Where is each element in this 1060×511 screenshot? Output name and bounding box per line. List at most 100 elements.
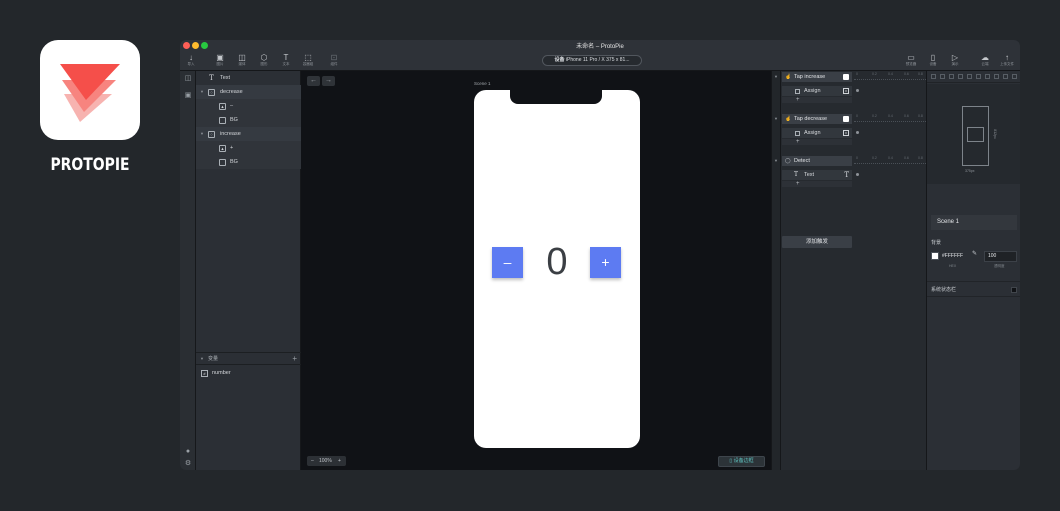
response-text[interactable]: T Text T bbox=[782, 170, 852, 180]
detect-icon: ◯ bbox=[785, 158, 791, 164]
opacity-input[interactable]: 100 bbox=[984, 251, 1017, 262]
trigger-color-box bbox=[843, 74, 849, 80]
increase-button[interactable]: + bbox=[590, 247, 621, 278]
status-bar-setting: 系统状态栏 bbox=[927, 281, 1020, 297]
toolbar-import-button[interactable]: ↓ 导入 bbox=[180, 53, 202, 69]
scene-name-field[interactable]: Scene 1 bbox=[931, 215, 1017, 230]
scene-label: Scene 1 bbox=[474, 81, 491, 86]
timeline-keyframe[interactable] bbox=[856, 89, 859, 92]
response-assign[interactable]: Assign x bbox=[782, 86, 852, 96]
layers-panel: T Text ▼ ⁘ decrease ▲ – BG ▼ ⁘ increase … bbox=[196, 71, 301, 470]
titlebar: 未命名 – ProtoPie ↓ 导入 ▣ 图片 ◫ 媒体 ⬡ 图形 T 文本 ⬚ 容器组 … bbox=[180, 40, 1020, 71]
trigger-tap-decrease[interactable]: ☝ Tap decrease bbox=[782, 114, 852, 124]
timeline-keyframe[interactable] bbox=[856, 131, 859, 134]
app-window: 未命名 – ProtoPie ↓ 导入 ▣ 图片 ◫ 媒体 ⬡ 图形 T 文本 ⬚ 容器组 … bbox=[180, 40, 1020, 470]
rect-layer-icon bbox=[219, 158, 226, 166]
assign-icon bbox=[795, 88, 800, 94]
distribute-h-icon[interactable] bbox=[985, 74, 990, 79]
phone-frame: – 0 + bbox=[474, 90, 640, 448]
toolbar-shape-button[interactable]: ⬡ 图形 bbox=[253, 53, 275, 69]
add-response-button[interactable]: + bbox=[782, 97, 852, 103]
group-icon: ⁘ bbox=[208, 88, 215, 96]
more-align-icon[interactable] bbox=[1012, 74, 1017, 79]
layers-panel-icon[interactable]: ◫ bbox=[184, 75, 192, 83]
arrow-down-icon: ↓ bbox=[189, 53, 193, 62]
layer-group-increase[interactable]: ▼ ⁘ increase bbox=[196, 127, 301, 141]
background-label: 背景 bbox=[931, 240, 942, 246]
device-label: 设备 bbox=[554, 57, 565, 63]
timeline-ruler: 0 0.2 0.4 0.6 0.8 bbox=[854, 72, 926, 82]
trigger-color-box bbox=[843, 116, 849, 122]
assets-panel-icon[interactable]: ▣ bbox=[184, 92, 192, 100]
toolbar-image-button[interactable]: ▣ 图片 bbox=[209, 53, 231, 69]
chevron-down-icon[interactable]: ▼ bbox=[200, 353, 204, 365]
layer-image-minus[interactable]: ▲ – bbox=[196, 99, 301, 113]
background-color-swatch[interactable] bbox=[931, 252, 939, 260]
toolbar-cloud-button[interactable]: ☁ 云端 bbox=[974, 53, 996, 69]
chevron-down-icon[interactable]: ▼ bbox=[200, 85, 204, 99]
align-bottom-icon[interactable] bbox=[976, 74, 981, 79]
toolbar-preview-button[interactable]: ▭ 预览器 bbox=[900, 53, 922, 69]
variables-header: ▼ 变量 + bbox=[196, 352, 301, 365]
left-rail: ◫ ▣ ● ⚙ bbox=[180, 71, 196, 470]
user-icon[interactable]: ● bbox=[184, 448, 192, 456]
more-align-icon[interactable] bbox=[1003, 74, 1008, 79]
back-arrow-icon[interactable]: ← bbox=[307, 76, 320, 86]
chevron-down-icon[interactable]: ▼ bbox=[774, 158, 778, 163]
toolbar-device-button[interactable]: ▯ 设备 bbox=[922, 53, 944, 69]
zoom-level[interactable]: 100% bbox=[319, 456, 332, 466]
toolbar-text-button[interactable]: T 文本 bbox=[275, 53, 297, 69]
add-variable-button[interactable]: + bbox=[292, 353, 297, 365]
align-right-icon[interactable] bbox=[949, 74, 954, 79]
trigger-tap-increase[interactable]: ☝ Tap increase bbox=[782, 72, 852, 82]
zoom-in-button[interactable]: + bbox=[338, 456, 341, 466]
variable-item[interactable]: # number bbox=[196, 367, 301, 379]
layer-text[interactable]: T Text bbox=[196, 71, 301, 85]
preview-width: 375px bbox=[965, 169, 975, 173]
layer-rect-bg[interactable]: BG bbox=[196, 113, 301, 127]
background-color-value[interactable]: #FFFFFF bbox=[942, 252, 963, 260]
eyedropper-icon[interactable]: ✎ bbox=[972, 250, 981, 260]
timeline-keyframe[interactable] bbox=[856, 173, 859, 176]
trigger-detect[interactable]: ◯ Detect bbox=[782, 156, 852, 166]
toolbar-component-button[interactable]: ⊡ 组件 bbox=[323, 53, 345, 69]
rect-layer-icon bbox=[219, 116, 226, 124]
align-middle-icon[interactable] bbox=[967, 74, 972, 79]
device-selector[interactable]: 设备 iPhone 11 Pro / X 375 x 81... bbox=[542, 55, 642, 66]
align-left-icon[interactable] bbox=[931, 74, 936, 79]
component-icon: ⊡ bbox=[330, 53, 338, 62]
forward-arrow-icon[interactable]: → bbox=[322, 76, 335, 86]
add-response-button[interactable]: + bbox=[782, 139, 852, 145]
chevron-down-icon[interactable]: ▼ bbox=[774, 74, 778, 79]
device-frame-button[interactable]: ▯ 设备边框 bbox=[718, 456, 765, 467]
response-assign[interactable]: Assign x bbox=[782, 128, 852, 138]
chevron-down-icon[interactable]: ▼ bbox=[774, 116, 778, 121]
layer-image-plus[interactable]: ▲ + bbox=[196, 141, 301, 155]
add-response-button[interactable]: + bbox=[782, 181, 852, 187]
align-top-icon[interactable] bbox=[958, 74, 963, 79]
preview-height: 812px bbox=[992, 129, 997, 139]
toolbar-media-button[interactable]: ◫ 媒体 bbox=[231, 53, 253, 69]
align-center-icon[interactable] bbox=[940, 74, 945, 79]
timeline-ruler: 0 0.2 0.4 0.6 0.8 bbox=[854, 156, 926, 166]
decrease-button[interactable]: – bbox=[492, 247, 523, 278]
settings-gear-icon[interactable]: ⚙ bbox=[184, 460, 192, 468]
toolbar-play-button[interactable]: ▷ 演示 bbox=[944, 53, 966, 69]
phone-icon: ▯ bbox=[930, 53, 936, 62]
phone-notch bbox=[510, 90, 602, 104]
zoom-out-button[interactable]: – bbox=[311, 456, 314, 466]
layer-group-decrease[interactable]: ▼ ⁘ decrease bbox=[196, 85, 301, 99]
toolbar-upload-button[interactable]: ↑ 上传文件 bbox=[996, 53, 1018, 69]
add-trigger-button[interactable]: 添加触发 bbox=[782, 236, 852, 248]
interactions-strip bbox=[772, 71, 781, 470]
text-target-icon: T bbox=[844, 171, 849, 179]
distribute-v-icon[interactable] bbox=[994, 74, 999, 79]
container-icon: ⬚ bbox=[304, 53, 312, 62]
status-bar-checkbox[interactable] bbox=[1011, 287, 1017, 293]
shape-icon: ⬡ bbox=[260, 53, 268, 62]
desktop-icon: ▭ bbox=[907, 53, 915, 62]
toolbar-container-button[interactable]: ⬚ 容器组 bbox=[297, 53, 319, 69]
chevron-down-icon[interactable]: ▼ bbox=[200, 127, 204, 141]
canvas[interactable]: ← → Scene 1 – 0 + – 100% + ▯ 设备边框 bbox=[301, 71, 771, 470]
layer-rect-bg[interactable]: BG bbox=[196, 155, 301, 169]
